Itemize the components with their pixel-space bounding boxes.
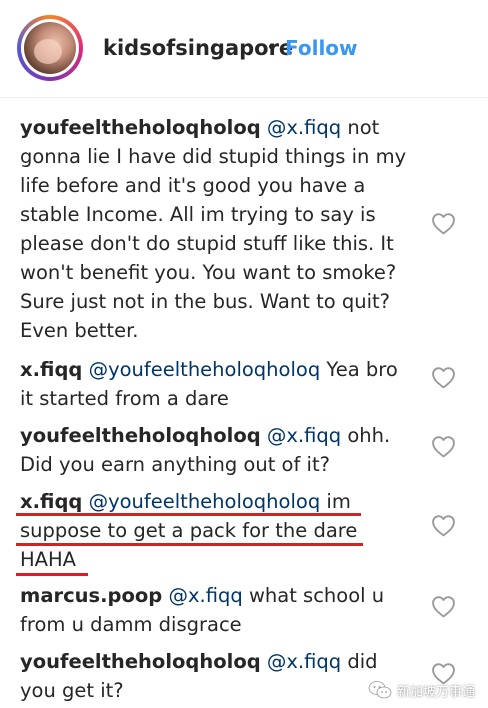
comment-item: youfeeltheholoqholoq @x.fiqq ohh. Did yo… <box>20 421 415 479</box>
comment-item: youfeeltheholoqholoq @x.fiqq not gonna l… <box>20 113 415 345</box>
highlight-underline <box>16 543 363 546</box>
comment-mention[interactable]: @youfeeltheholoqholoq <box>89 358 321 381</box>
avatar[interactable] <box>17 15 83 81</box>
heart-icon[interactable] <box>431 366 456 389</box>
watermark: 新加坡万事通 <box>368 678 475 702</box>
comment-author[interactable]: youfeeltheholoqholoq <box>20 650 261 673</box>
separator-dot: • <box>266 35 278 59</box>
watermark-text: 新加坡万事通 <box>397 684 476 700</box>
wechat-icon <box>368 681 392 699</box>
heart-icon[interactable] <box>431 435 456 458</box>
post-header: kidsofsingapore • Follow <box>0 0 488 98</box>
highlight-underline <box>16 573 88 576</box>
comment-mention[interactable]: @youfeeltheholoqholoq <box>89 490 321 513</box>
comment-item: x.fiqq @youfeeltheholoqholoq im suppose … <box>20 487 415 574</box>
highlight-underline <box>16 513 361 516</box>
comment-author[interactable]: x.fiqq <box>20 490 82 513</box>
comment-item: marcus.poop @x.fiqq what school u from u… <box>20 581 415 639</box>
comment-author[interactable]: x.fiqq <box>20 358 82 381</box>
comment-mention[interactable]: @x.fiqq <box>168 584 242 607</box>
comment-mention[interactable]: @x.fiqq <box>267 424 341 447</box>
follow-button[interactable]: Follow <box>285 36 358 60</box>
heart-icon[interactable] <box>431 212 456 235</box>
comment-mention[interactable]: @x.fiqq <box>267 650 341 673</box>
heart-icon[interactable] <box>431 514 456 537</box>
heart-icon[interactable] <box>431 595 456 618</box>
comment-item: youfeeltheholoqholoq @x.fiqq did you get… <box>20 647 415 705</box>
comment-mention[interactable]: @x.fiqq <box>267 116 341 139</box>
instagram-comments-screen: kidsofsingapore • Follow youfeeltheholoq… <box>0 0 488 708</box>
comment-author[interactable]: youfeeltheholoqholoq <box>20 116 261 139</box>
account-username[interactable]: kidsofsingapore <box>103 36 293 60</box>
comment-item: x.fiqq @youfeeltheholoqholoq Yea bro it … <box>20 355 415 413</box>
comment-author[interactable]: marcus.poop <box>20 584 162 607</box>
comment-list: youfeeltheholoqholoq @x.fiqq not gonna l… <box>0 99 488 708</box>
comment-author[interactable]: youfeeltheholoqholoq <box>20 424 261 447</box>
comment-text: not gonna lie I have did stupid things i… <box>20 116 407 342</box>
avatar-photo <box>24 22 76 74</box>
avatar-border <box>21 19 79 77</box>
